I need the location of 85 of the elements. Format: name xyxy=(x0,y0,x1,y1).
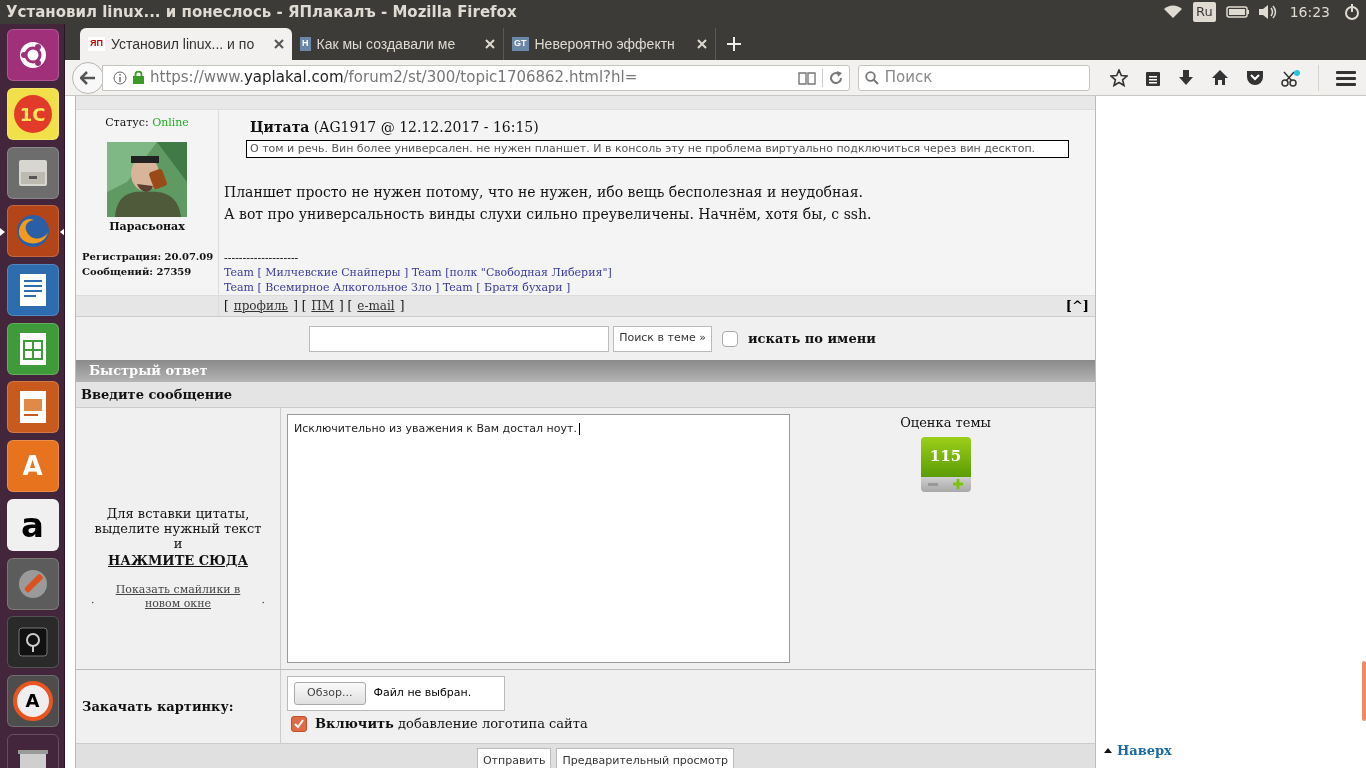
letter-a-icon[interactable]: a xyxy=(6,498,59,551)
checkbox-label: искать по имени xyxy=(747,329,876,348)
spreadsheet-icon[interactable] xyxy=(6,322,59,375)
presentation-icon[interactable] xyxy=(6,381,59,434)
post-text: Планшет просто не нужен потому, что не нужен, ибо вещь бесполезная и неудобная. xyxy=(224,183,864,202)
new-tab-icon[interactable] xyxy=(726,36,742,52)
reload-icon[interactable] xyxy=(828,70,843,85)
lock-icon xyxy=(133,71,144,84)
post-text: А вот про универсальность винды слухи сильно преувеличены. Начнём, хотя бы, с ssh. xyxy=(224,205,873,224)
upload-label: Закачать картинку: xyxy=(82,697,234,716)
url-text: https://www.yaplakal.com/forum2/st/300/topic1706862.html?hl= xyxy=(150,67,639,89)
quote-hint: Для вставки цитаты, выделите нужный текст и xyxy=(93,506,263,552)
tab-title: Как мы создавали ме xyxy=(316,34,457,54)
battery-icon[interactable] xyxy=(1225,6,1250,18)
form-button[interactable]: Отправить xyxy=(476,748,552,768)
info-icon[interactable] xyxy=(113,70,127,85)
author-name: Парасьонах xyxy=(109,218,185,235)
quote-title: Цитата (AG1917 @ 12.12.2017 - 16:15) xyxy=(250,119,539,135)
profile-link[interactable]: ПМ xyxy=(311,297,335,315)
tab-title: Установил linux... и по xyxy=(110,34,256,54)
reader-view-icon[interactable] xyxy=(797,70,816,85)
file-status: Файл не выбран. xyxy=(373,685,472,702)
scroll-top-link[interactable]: [^] xyxy=(1065,296,1089,316)
search-field[interactable]: Поиск xyxy=(857,64,1090,91)
favicon: GT xyxy=(512,37,529,51)
rating-value: 115 xyxy=(920,436,971,477)
power-icon[interactable] xyxy=(1344,4,1360,20)
bracket-text: ] [ xyxy=(293,298,307,315)
safe-icon[interactable] xyxy=(6,616,59,669)
home-icon[interactable] xyxy=(1211,69,1229,86)
back-to-top-link[interactable]: Наверх xyxy=(1104,740,1360,760)
fox-globe-icon[interactable] xyxy=(6,205,59,258)
tab-title: Невероятно эффектн xyxy=(534,34,676,54)
favicon: H xyxy=(300,37,311,51)
logo-checkbox[interactable] xyxy=(291,715,307,732)
message-count: Сообщений: 27359 xyxy=(82,265,193,279)
bracket-text: ] xyxy=(399,298,405,315)
back-button[interactable] xyxy=(72,61,104,94)
signature-line: Team [ Всемирное Алкогольное Зло ] Team [ Братя бухари ] xyxy=(224,280,572,295)
signature-rule: -------------------- xyxy=(224,252,300,265)
download-icon[interactable] xyxy=(1178,68,1194,87)
quote-text: О том и речь. Вин более универсален. не нужен планшет. И в консоль эту не проблема виртуально подключиться через вин десктоп. xyxy=(246,140,1069,158)
document-icon[interactable] xyxy=(6,264,59,317)
browse-button[interactable]: Обзор... xyxy=(294,682,366,705)
logo-option-label: Включить добавление логотипа сайта xyxy=(315,715,588,733)
up-triangle-icon xyxy=(1104,747,1112,753)
menu-icon[interactable] xyxy=(1336,69,1356,86)
pocket-icon[interactable] xyxy=(1246,69,1264,86)
search-icon xyxy=(864,70,879,85)
form-button[interactable]: Предварительный просмотр xyxy=(556,748,735,768)
scissors-icon[interactable] xyxy=(1281,68,1301,87)
rating-label: Оценка темы xyxy=(900,414,991,432)
profile-link[interactable]: e-mail xyxy=(357,297,395,315)
status-text: Статус: Online xyxy=(105,115,189,131)
circle-logo-icon[interactable] xyxy=(6,29,59,82)
topic-search-field[interactable] xyxy=(309,325,610,352)
bracket-text: [ xyxy=(224,298,229,315)
window-title: Установил linux... и понеслось - ЯПлакалъ - Mozilla Firefox xyxy=(6,1,517,23)
quote-action-link[interactable]: НАЖМИТЕ СЮДА xyxy=(108,551,248,571)
focus-arrow-icon xyxy=(60,228,64,237)
topic-search-button[interactable]: Поиск в теме » xyxy=(613,325,712,352)
close-icon[interactable] xyxy=(274,39,284,49)
message-field[interactable]: Исключительно из уважения к Вам достал ноут. xyxy=(287,414,790,663)
wifi-icon[interactable] xyxy=(1162,5,1183,19)
file-cabinet-icon[interactable] xyxy=(6,146,59,199)
update-badge-icon[interactable]: A xyxy=(6,674,59,727)
keyboard-layout-indicator[interactable]: Ru xyxy=(1192,2,1216,22)
clock[interactable]: 16:23 xyxy=(1289,1,1330,23)
volume-icon[interactable] xyxy=(1257,5,1278,19)
quick-reply-title: Быстрый ответ xyxy=(89,362,208,381)
name-search-checkbox[interactable] xyxy=(721,330,738,347)
scrollbar-thumb[interactable] xyxy=(1362,661,1366,721)
browser-tab[interactable]: ЯП Установил linux... и по xyxy=(80,28,292,60)
registration-date: Регистрация: 20.07.09 xyxy=(82,250,214,264)
smilies-link[interactable]: Показать смайлики в новом окне xyxy=(98,582,258,611)
profile-link[interactable]: профиль xyxy=(233,297,289,315)
section-heading: Введите сообщение xyxy=(81,385,233,404)
star-icon[interactable] xyxy=(1110,68,1128,87)
signature-line: Team [ Милчевские Снайперы ] Team [полк "Свободная Либерия"] xyxy=(224,265,613,280)
favicon: ЯП xyxy=(88,37,105,51)
back-arrow-icon xyxy=(80,70,96,85)
bracket-text: ] [ xyxy=(339,298,353,315)
smilies-text: · Показать смайлики в новом окне · xyxy=(91,582,265,611)
address-field[interactable]: https://www.yaplakal.com/forum2/st/300/topic1706862.html?hl= xyxy=(102,64,850,91)
file-field[interactable]: Обзор... Файл не выбран. xyxy=(287,676,505,711)
